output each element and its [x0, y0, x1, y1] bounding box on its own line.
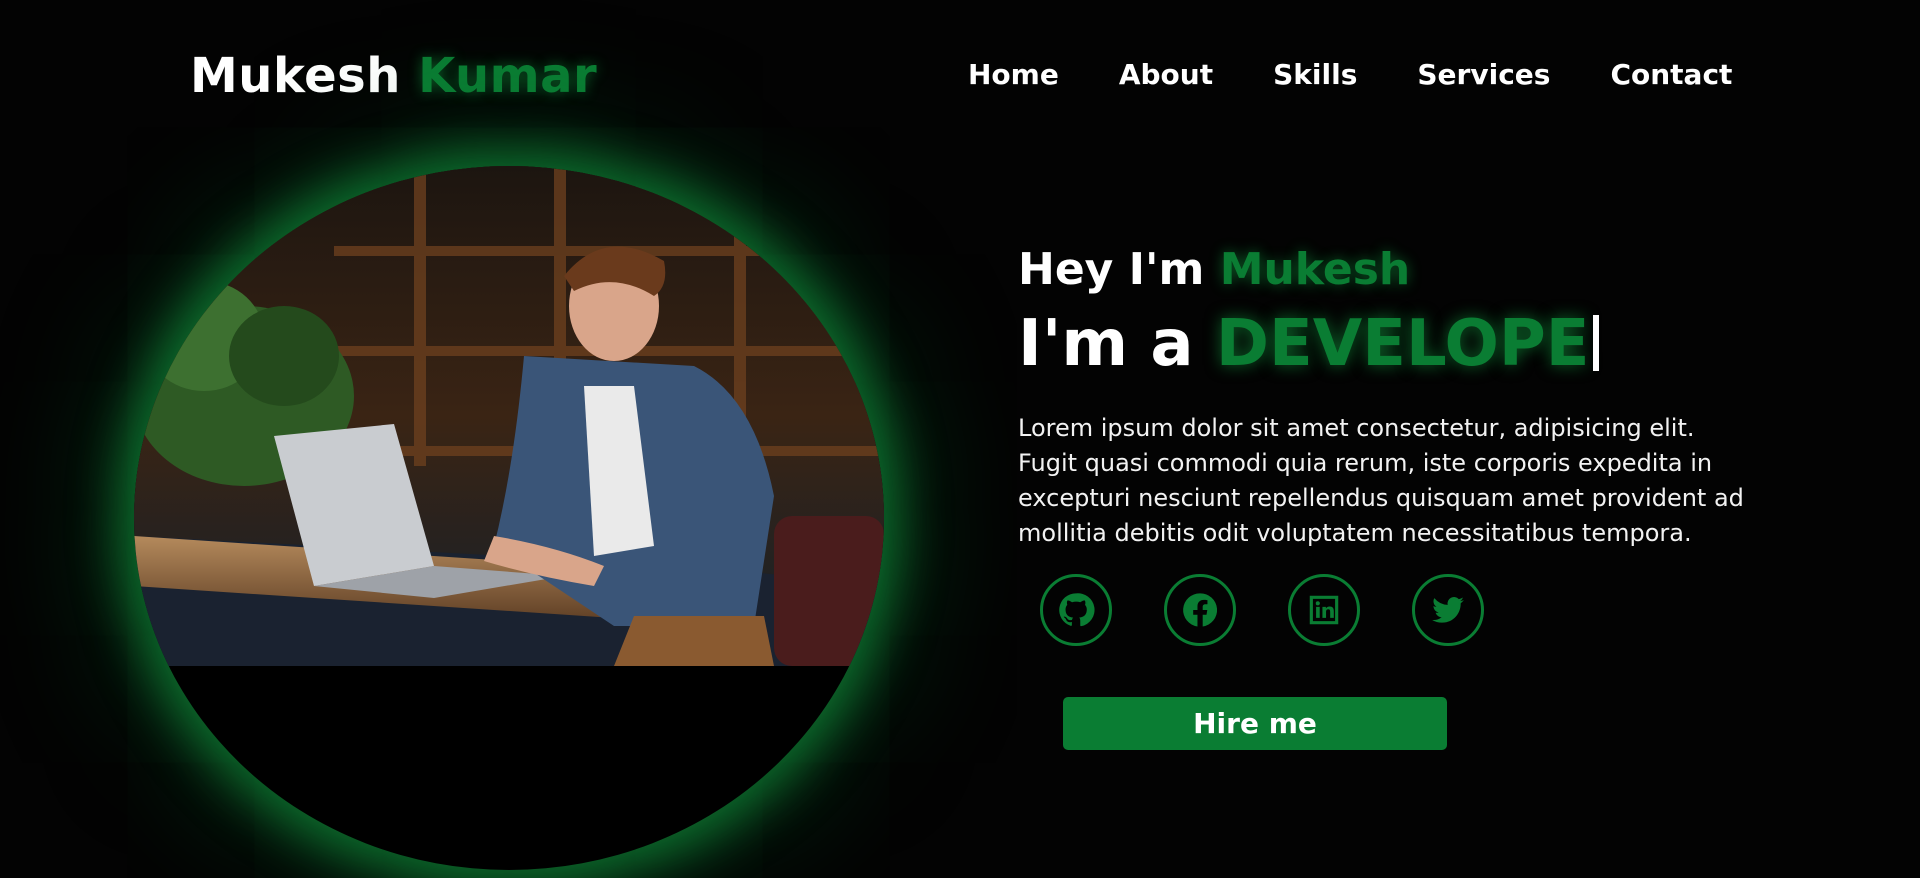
- typing-cursor: [1593, 315, 1600, 371]
- github-icon: [1059, 593, 1095, 627]
- hero-role: I'm a DEVELOPE: [1018, 307, 1778, 381]
- role-prefix: I'm a: [1018, 307, 1194, 381]
- twitter-link[interactable]: [1412, 574, 1484, 646]
- hero-description: Lorem ipsum dolor sit amet consectetur, …: [1018, 414, 1744, 547]
- profile-photo: [134, 166, 884, 666]
- github-link[interactable]: [1040, 574, 1112, 646]
- facebook-link[interactable]: [1164, 574, 1236, 646]
- hire-me-button[interactable]: Hire me: [1063, 697, 1447, 750]
- logo-first-name: Mukesh: [190, 48, 401, 104]
- main-nav: Home About Skills Services Contact: [968, 58, 1792, 91]
- greeting-text: Hey I'm: [1018, 244, 1205, 295]
- nav-skills[interactable]: Skills: [1273, 58, 1357, 91]
- linkedin-link[interactable]: [1288, 574, 1360, 646]
- nav-contact[interactable]: Contact: [1610, 58, 1732, 91]
- role-typed-text: DEVELOPE: [1215, 307, 1590, 381]
- facebook-icon: [1183, 593, 1218, 627]
- nav-home[interactable]: Home: [968, 58, 1059, 91]
- twitter-icon: [1432, 597, 1464, 623]
- profile-image-frame: [134, 166, 884, 870]
- social-links: [1040, 574, 1536, 646]
- linkedin-icon: [1309, 595, 1339, 625]
- page: Mukesh Kumar Home About Skills Services …: [0, 0, 1920, 878]
- hero-greeting: Hey I'm Mukesh: [1018, 244, 1778, 295]
- site-logo[interactable]: Mukesh Kumar: [190, 48, 597, 104]
- hero-name: Mukesh: [1219, 244, 1411, 295]
- nav-about[interactable]: About: [1119, 58, 1213, 91]
- logo-last-name: Kumar: [418, 48, 598, 104]
- nav-services[interactable]: Services: [1417, 58, 1550, 91]
- hero-intro: Hey I'm Mukesh I'm a DEVELOPE Lorem ipsu…: [1018, 244, 1778, 551]
